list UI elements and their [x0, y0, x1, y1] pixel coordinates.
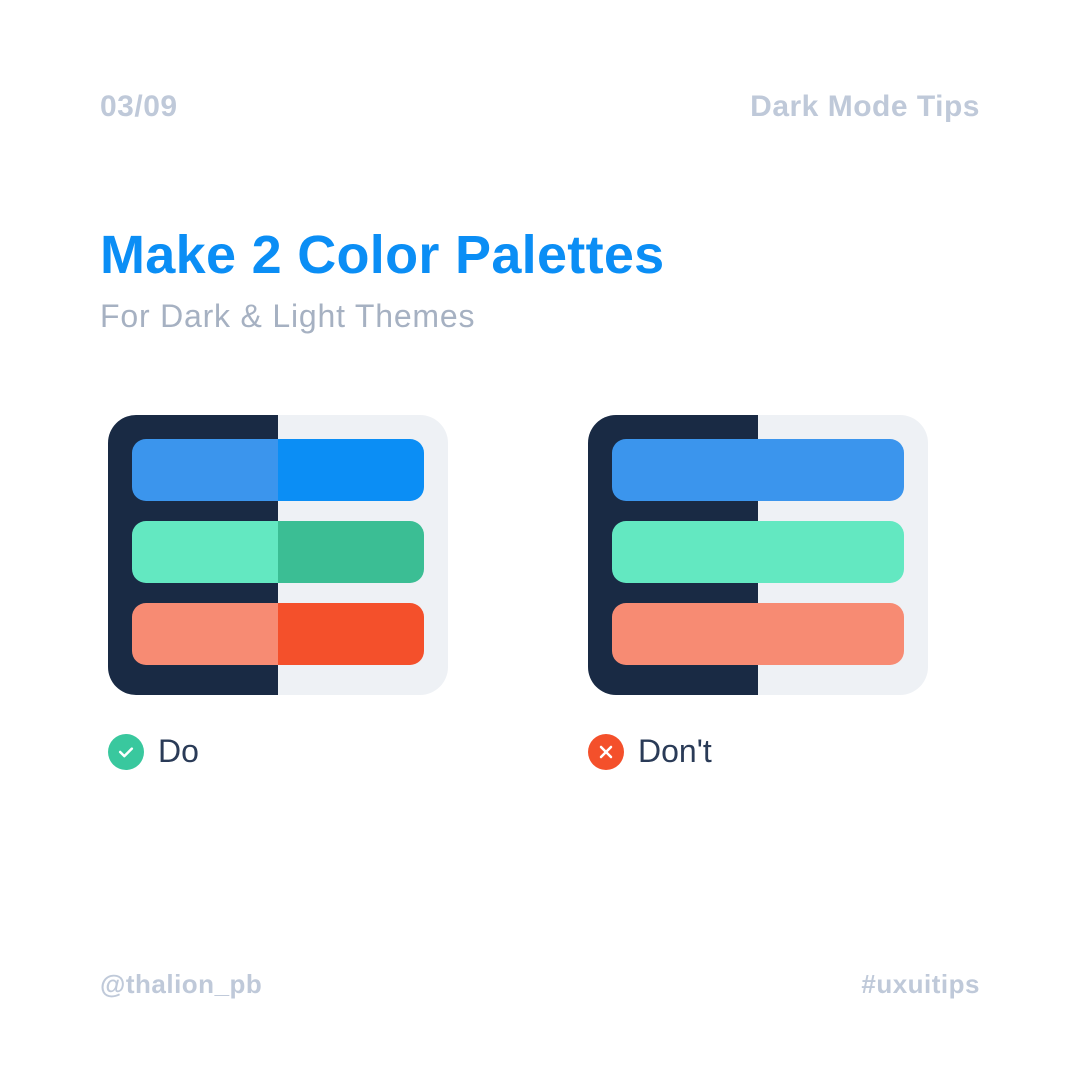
palette-bar [278, 439, 424, 501]
page-number: 03/09 [100, 90, 178, 124]
check-icon [108, 734, 144, 770]
palette-bar [278, 603, 424, 665]
palette-dark-half [588, 415, 758, 695]
palette-bar [132, 439, 278, 501]
palette-bar [758, 521, 904, 583]
header: 03/09 Dark Mode Tips [100, 90, 980, 124]
do-label-row: Do [108, 733, 448, 770]
palette-bar [758, 439, 904, 501]
cross-icon [588, 734, 624, 770]
author-handle: @thalion_pb [100, 969, 262, 1000]
hashtag: #uxuitips [861, 969, 980, 1000]
palette-bar [758, 603, 904, 665]
palette-dark-half [108, 415, 278, 695]
footer: @thalion_pb #uxuitips [100, 969, 980, 1000]
examples-row: Do Don't [100, 415, 980, 770]
palette-light-half [758, 415, 928, 695]
palette-bar [278, 521, 424, 583]
palette-bar [132, 603, 278, 665]
example-dont: Don't [588, 415, 928, 770]
palette-light-half [278, 415, 448, 695]
palette-bar [612, 521, 758, 583]
category-label: Dark Mode Tips [750, 90, 980, 124]
example-do: Do [108, 415, 448, 770]
palette-bar [132, 521, 278, 583]
dont-label-text: Don't [638, 733, 712, 770]
dont-label-row: Don't [588, 733, 928, 770]
palette-bar [612, 439, 758, 501]
palette-card-do [108, 415, 448, 695]
do-label-text: Do [158, 733, 199, 770]
palette-bar [612, 603, 758, 665]
main-title: Make 2 Color Palettes [100, 224, 980, 286]
subtitle: For Dark & Light Themes [100, 298, 980, 335]
palette-card-dont [588, 415, 928, 695]
